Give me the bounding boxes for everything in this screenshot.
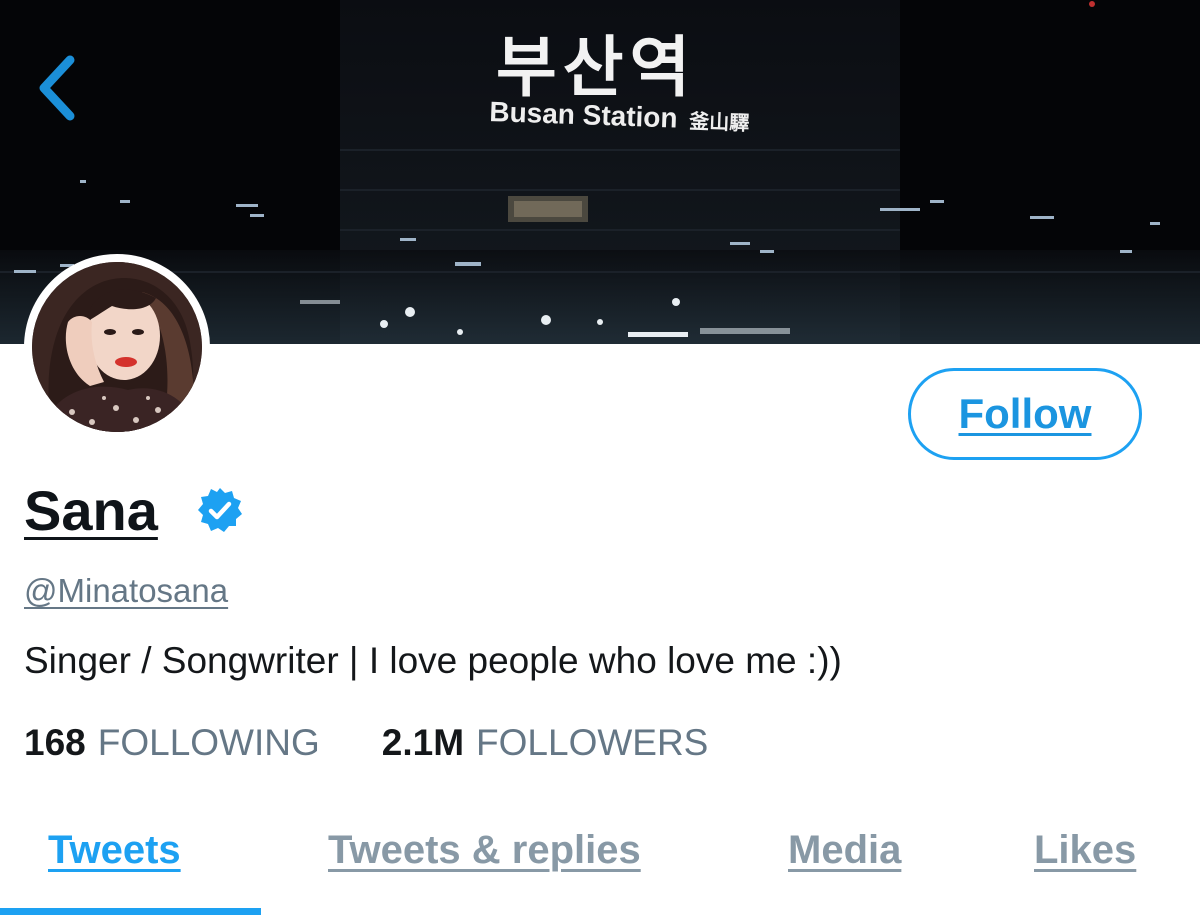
tab-tweets-and-replies[interactable]: Tweets & replies bbox=[328, 828, 641, 873]
tab-tweets[interactable]: Tweets bbox=[48, 828, 181, 873]
banner-sign-english-text: Busan Station bbox=[488, 96, 679, 134]
followers-stat[interactable]: 2.1M FOLLOWERS bbox=[382, 722, 709, 764]
followers-count: 2.1M bbox=[381, 722, 465, 763]
chevron-left-icon bbox=[39, 55, 75, 121]
avatar[interactable] bbox=[24, 254, 210, 440]
back-button[interactable] bbox=[30, 52, 90, 124]
following-count: 168 bbox=[24, 722, 86, 763]
verified-badge-icon bbox=[198, 488, 242, 532]
profile-page: 부산역 Busan Station 釜山驛 Follow Sana @Minat… bbox=[0, 0, 1200, 915]
display-name[interactable]: Sana bbox=[24, 478, 158, 543]
followers-label: FOLLOWERS bbox=[476, 722, 709, 763]
banner-sign-korean: 부산역 bbox=[496, 29, 697, 106]
follow-button[interactable]: Follow bbox=[908, 368, 1142, 460]
tab-likes[interactable]: Likes bbox=[1034, 828, 1136, 873]
tab-media[interactable]: Media bbox=[788, 828, 901, 873]
following-label: FOLLOWING bbox=[97, 722, 320, 763]
profile-bio: Singer / Songwriter | I love people who … bbox=[24, 640, 842, 681]
following-stat[interactable]: 168 FOLLOWING bbox=[24, 722, 320, 764]
banner-sign-hanja: 釜山驛 bbox=[688, 108, 750, 136]
profile-stats: 168 FOLLOWING 2.1M FOLLOWERS bbox=[24, 722, 708, 764]
profile-handle[interactable]: @Minatosana bbox=[24, 572, 228, 610]
avatar-photo bbox=[32, 262, 202, 432]
active-tab-indicator bbox=[0, 908, 261, 915]
